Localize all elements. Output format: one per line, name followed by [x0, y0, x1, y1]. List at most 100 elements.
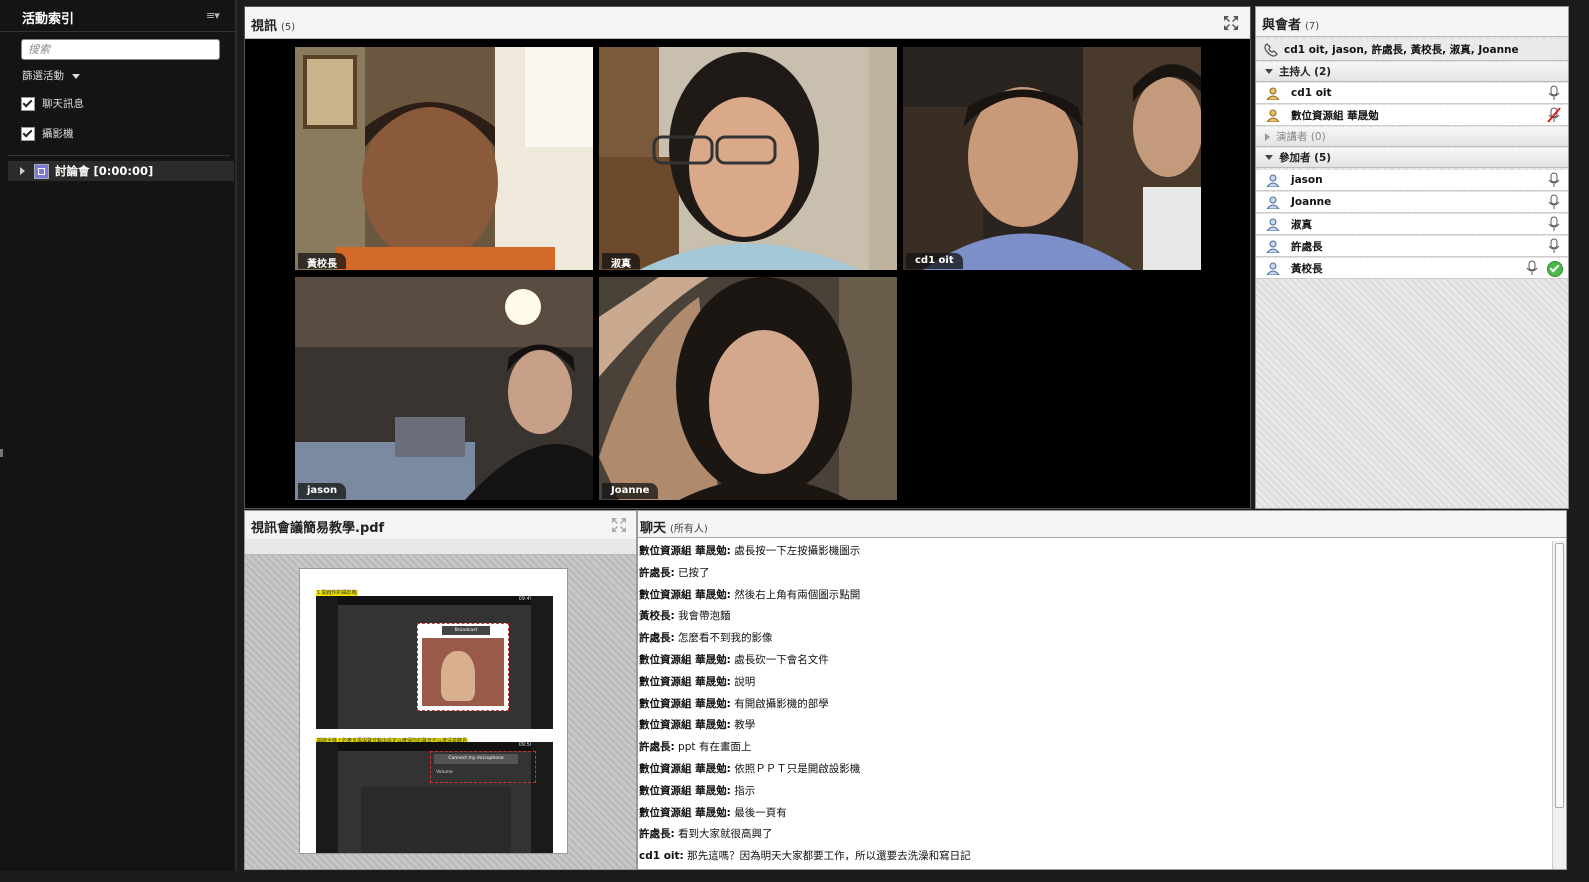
expand-arrow-icon[interactable]	[1265, 132, 1270, 141]
group-presenters[interactable]: 演講者 (0)	[1256, 127, 1568, 147]
activity-index-sidebar: 活動索引 ≡▾ 篩選活動 聊天訊息 攝影機 討論會 [0:00:00]	[0, 0, 237, 882]
microphone-icon[interactable]	[1546, 85, 1562, 101]
host-user-icon	[1266, 87, 1280, 100]
chat-sender: cd1 oit:	[639, 850, 684, 863]
chat-text: 說明	[734, 675, 756, 688]
search-input[interactable]	[21, 39, 220, 60]
chat-sender: 數位資源組 華晟勉:	[639, 719, 731, 732]
attendees-title: 與會者 (7)	[1262, 14, 1319, 33]
chat-messages-filter[interactable]: 聊天訊息	[21, 96, 84, 111]
chat-text: 依照ＰＰＴ只是開啟設影機	[734, 762, 861, 775]
maximize-icon[interactable]	[611, 517, 627, 533]
attendee-row[interactable]: jason	[1256, 170, 1568, 191]
chat-message: 數位資源組 華晟勉: 說明	[638, 672, 1552, 694]
video-tile[interactable]: cd1 oit	[903, 47, 1201, 270]
microphone-muted-icon[interactable]	[1546, 107, 1562, 123]
chat-sender: 數位資源組 華晟勉:	[639, 762, 731, 775]
session-tree-item[interactable]: 討論會 [0:00:00]	[8, 161, 234, 181]
panel-title-text: 與會者	[1262, 18, 1302, 33]
chat-message: 數位資源組 華晟勉: 指示	[638, 781, 1552, 803]
participant-name-label: jason	[298, 483, 347, 499]
microphone-icon[interactable]	[1546, 238, 1562, 254]
chat-sender: 數位資源組 華晟勉:	[639, 653, 731, 666]
microphone-icon[interactable]	[1524, 260, 1540, 276]
video-tile[interactable]: 黃校長	[295, 47, 593, 270]
attendee-row[interactable]: Joanne	[1256, 192, 1568, 213]
attendee-name: 淑真	[1291, 218, 1312, 231]
attendee-name: 數位資源組 華晟勉	[1291, 109, 1379, 122]
attendee-name: cd1 oit	[1291, 87, 1332, 99]
chat-sender: 許處長:	[639, 632, 675, 645]
attendee-row[interactable]: 淑真	[1256, 214, 1568, 235]
participant-name-label: Joanne	[602, 483, 659, 499]
speaking-names: cd1 oit, jason, 許處長, 黃校長, 淑真, Joanne	[1284, 44, 1519, 56]
video-tile[interactable]: Joanne	[599, 277, 897, 500]
chat-text: 然後右上角有兩個圖示點開	[734, 588, 861, 601]
webcam-feed	[295, 277, 593, 500]
chat-message: 數位資源組 華晟勉: 然後右上角有兩個圖示點開	[638, 585, 1552, 607]
chat-message: 許處長: 已按了	[638, 563, 1552, 585]
window-edge	[0, 871, 1589, 882]
attendee-row[interactable]: 許處長	[1256, 236, 1568, 257]
attendees-count: (7)	[1305, 21, 1320, 32]
status-check-icon	[1547, 261, 1563, 277]
user-icon	[1266, 174, 1280, 187]
chat-sender: 數位資源組 華晟勉:	[639, 675, 731, 688]
group-hosts[interactable]: 主持人 (2)	[1256, 62, 1568, 82]
video-tile[interactable]: 淑真	[599, 47, 897, 270]
slide-toolbar	[245, 539, 636, 555]
sidebar-menu-icon[interactable]: ≡▾	[206, 9, 220, 22]
chat-scrollbar[interactable]	[1552, 541, 1566, 869]
speaking-status-bar: cd1 oit, jason, 許處長, 黃校長, 淑真, Joanne	[1256, 39, 1568, 61]
chat-message: 數位資源組 華晟勉: 處長按一下左按攝影機圖示	[638, 541, 1552, 563]
chat-text: 最後一頁有	[734, 806, 787, 819]
microphone-icon[interactable]	[1546, 216, 1562, 232]
chat-panel: 聊天 (所有人) 數位資源組 華晟勉: 處長按一下左按攝影機圖示 許處長: 已按了數…	[637, 510, 1567, 870]
chat-text: 處長按一下左按攝影機圖示	[734, 545, 861, 557]
camera-filter[interactable]: 攝影機	[21, 126, 74, 141]
chat-text: 指示	[734, 784, 756, 797]
video-panel: 視訊 (5) 黃校長 淑真 cd1 oit jason Joanne	[244, 6, 1251, 509]
participant-name-label: 黃校長	[298, 253, 346, 270]
user-icon	[1266, 196, 1280, 209]
group-participants[interactable]: 參加者 (5)	[1256, 148, 1568, 168]
group-label: 參加者 (5)	[1279, 152, 1332, 164]
video-panel-header: 視訊 (5)	[245, 7, 1250, 39]
webcam-feed	[295, 47, 593, 270]
chat-text: 已按了	[678, 566, 710, 579]
window-edge	[1569, 0, 1589, 882]
phone-icon	[1264, 42, 1278, 57]
attendee-row[interactable]: 黃校長	[1256, 258, 1568, 279]
chat-message: 許處長: ppt 有在畫面上	[638, 737, 1552, 759]
chat-text: 教學	[734, 719, 756, 732]
microphone-icon[interactable]	[1546, 172, 1562, 188]
attendee-name: Joanne	[1291, 196, 1332, 208]
attendee-row[interactable]: cd1 oit	[1256, 83, 1568, 104]
webcam-feed	[903, 47, 1201, 270]
scrollbar-thumb[interactable]	[1555, 543, 1564, 808]
collapse-handle[interactable]	[0, 449, 3, 457]
checkbox-label: 聊天訊息	[42, 98, 84, 110]
checkbox-checked-icon[interactable]	[21, 126, 35, 141]
attendees-header: 與會者 (7)	[1256, 7, 1568, 37]
presentation-header: 視訊會議簡易教學.pdf	[245, 511, 636, 539]
expand-arrow-icon[interactable]	[20, 167, 25, 175]
filter-activities-dropdown[interactable]: 篩選活動	[22, 68, 80, 83]
chat-sender: 數位資源組 華晟勉:	[639, 784, 731, 797]
collapse-arrow-icon[interactable]	[1265, 69, 1273, 74]
video-tile[interactable]: jason	[295, 277, 593, 500]
chat-sender: 數位資源組 華晟勉:	[639, 806, 731, 819]
chat-message: 數位資源組 華晟勉: 最後一頁有	[638, 803, 1552, 825]
chevron-down-icon	[72, 73, 80, 79]
session-icon	[34, 163, 49, 179]
microphone-icon[interactable]	[1546, 194, 1562, 210]
attendee-row[interactable]: 數位資源組 華晟勉	[1256, 105, 1568, 126]
chat-message: 數位資源組 華晟勉: 處長砍一下會名文件	[638, 650, 1552, 672]
session-label: 討論會 [0:00:00]	[55, 164, 154, 178]
panel-title-text: 視訊	[251, 19, 278, 34]
collapse-arrow-icon[interactable]	[1265, 155, 1273, 160]
maximize-icon[interactable]	[1223, 15, 1239, 31]
chat-message: 數位資源組 華晟勉: 依照ＰＰＴ只是開啟設影機	[638, 759, 1552, 781]
chat-sender: 數位資源組 華晟勉:	[639, 697, 731, 710]
checkbox-checked-icon[interactable]	[21, 96, 35, 111]
